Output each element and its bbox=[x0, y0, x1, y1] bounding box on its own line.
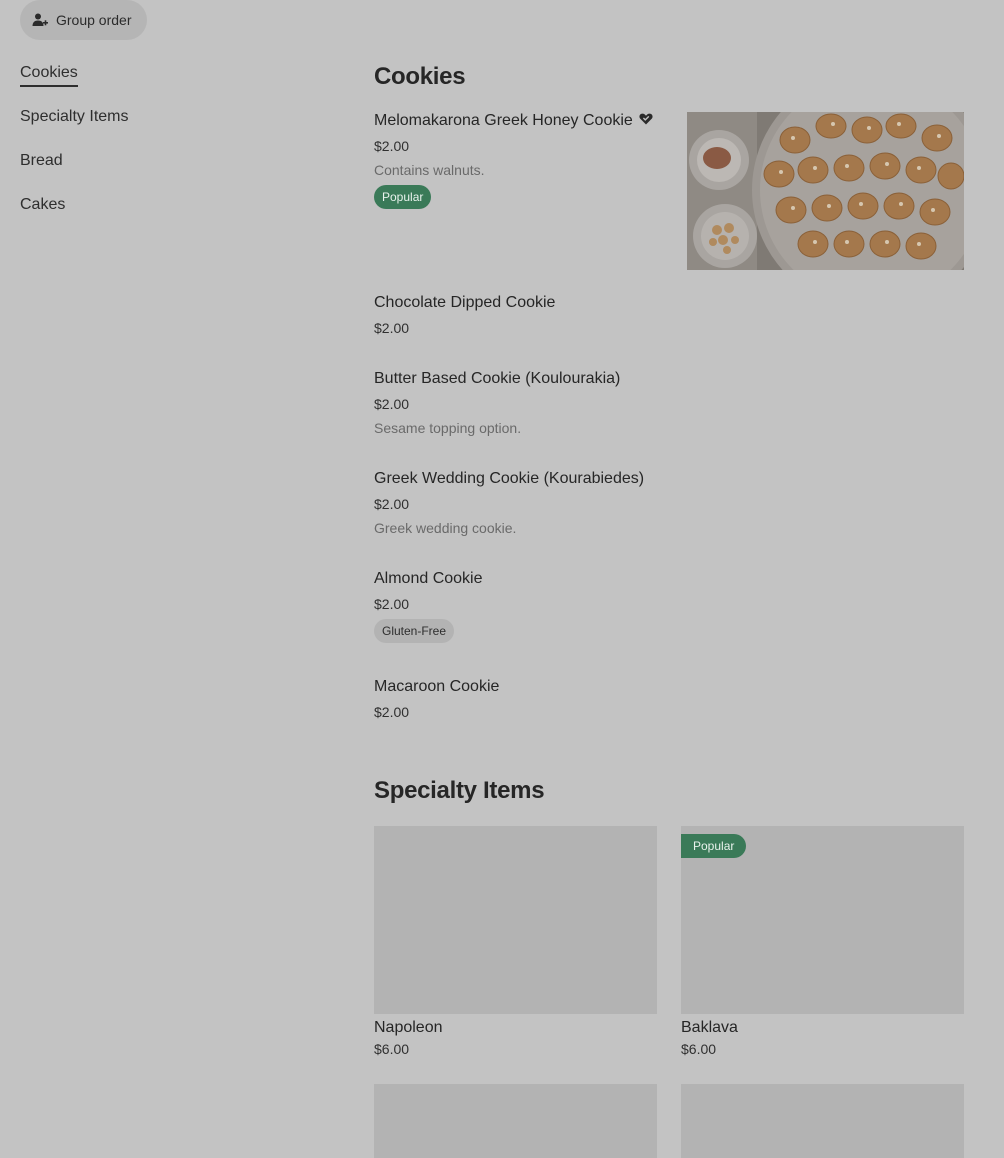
store-menu-page: Group order Cookies Specialty Items Brea… bbox=[0, 0, 1004, 1158]
cookies-photo bbox=[687, 112, 964, 270]
item-image-placeholder bbox=[681, 1084, 964, 1158]
menu-item[interactable]: Chocolate Dipped Cookie $2.00 bbox=[374, 293, 674, 337]
group-order-label: Group order bbox=[56, 12, 132, 28]
item-image-placeholder bbox=[374, 826, 657, 1014]
item-price: $6.00 bbox=[374, 1041, 410, 1057]
sidebar-item-label: Bread bbox=[20, 152, 63, 169]
menu-card[interactable] bbox=[374, 1084, 657, 1158]
sidebar-item-cakes[interactable]: Cakes bbox=[20, 192, 320, 236]
item-image-melomakarona[interactable] bbox=[687, 112, 964, 270]
sidebar-item-label: Cookies bbox=[20, 61, 78, 87]
item-price: $2.00 bbox=[374, 396, 410, 412]
sidebar-item-label: Specialty Items bbox=[20, 108, 129, 125]
item-description: Contains walnuts. bbox=[374, 162, 485, 178]
popular-badge: Popular bbox=[374, 185, 432, 209]
item-price: $2.00 bbox=[374, 704, 410, 720]
item-name: Melomakarona Greek Honey Cookie bbox=[374, 112, 633, 129]
popular-badge: Popular bbox=[681, 834, 747, 858]
item-name: Napoleon bbox=[374, 1019, 443, 1036]
item-name: Butter Based Cookie (Koulourakia) bbox=[374, 370, 621, 387]
add-person-icon bbox=[32, 12, 48, 28]
group-order-button[interactable]: Group order bbox=[20, 0, 148, 40]
menu-item[interactable]: Greek Wedding Cookie (Kourabiedes) $2.00… bbox=[374, 469, 674, 537]
heart-icon bbox=[639, 111, 653, 131]
item-image-placeholder: Popular bbox=[681, 826, 964, 1014]
menu-card[interactable]: Popular Baklava $6.00 bbox=[681, 826, 964, 1058]
item-name: Greek Wedding Cookie (Kourabiedes) bbox=[374, 470, 645, 487]
item-price: $2.00 bbox=[374, 138, 410, 154]
item-description: Greek wedding cookie. bbox=[374, 520, 517, 536]
sidebar-item-specialty-items[interactable]: Specialty Items bbox=[20, 104, 320, 148]
menu-card[interactable] bbox=[681, 1084, 964, 1158]
item-name: Chocolate Dipped Cookie bbox=[374, 294, 556, 311]
menu-card[interactable]: Napoleon $6.00 bbox=[374, 826, 657, 1058]
section-title-specialty-items: Specialty Items bbox=[374, 777, 545, 804]
menu-item[interactable]: Almond Cookie $2.00 Gluten-Free bbox=[374, 569, 674, 643]
item-name: Macaroon Cookie bbox=[374, 678, 500, 695]
sidebar-item-label: Cakes bbox=[20, 196, 66, 213]
category-sidebar: Cookies Specialty Items Bread Cakes bbox=[20, 60, 320, 236]
item-name: Almond Cookie bbox=[374, 570, 483, 587]
sidebar-item-bread[interactable]: Bread bbox=[20, 148, 320, 192]
gluten-free-badge: Gluten-Free bbox=[374, 619, 455, 643]
item-description: Sesame topping option. bbox=[374, 420, 522, 436]
menu-item[interactable]: Melomakarona Greek Honey Cookie $2.00 Co… bbox=[374, 111, 674, 209]
item-image-placeholder bbox=[374, 1084, 657, 1158]
item-price: $6.00 bbox=[681, 1041, 717, 1057]
item-name: Baklava bbox=[681, 1019, 738, 1036]
item-price: $2.00 bbox=[374, 320, 410, 336]
item-price: $2.00 bbox=[374, 496, 410, 512]
menu-item[interactable]: Macaroon Cookie $2.00 bbox=[374, 677, 674, 721]
menu-item[interactable]: Butter Based Cookie (Koulourakia) $2.00 … bbox=[374, 369, 674, 437]
section-title-cookies: Cookies bbox=[374, 63, 466, 90]
sidebar-item-cookies[interactable]: Cookies bbox=[20, 60, 320, 104]
item-price: $2.00 bbox=[374, 596, 410, 612]
